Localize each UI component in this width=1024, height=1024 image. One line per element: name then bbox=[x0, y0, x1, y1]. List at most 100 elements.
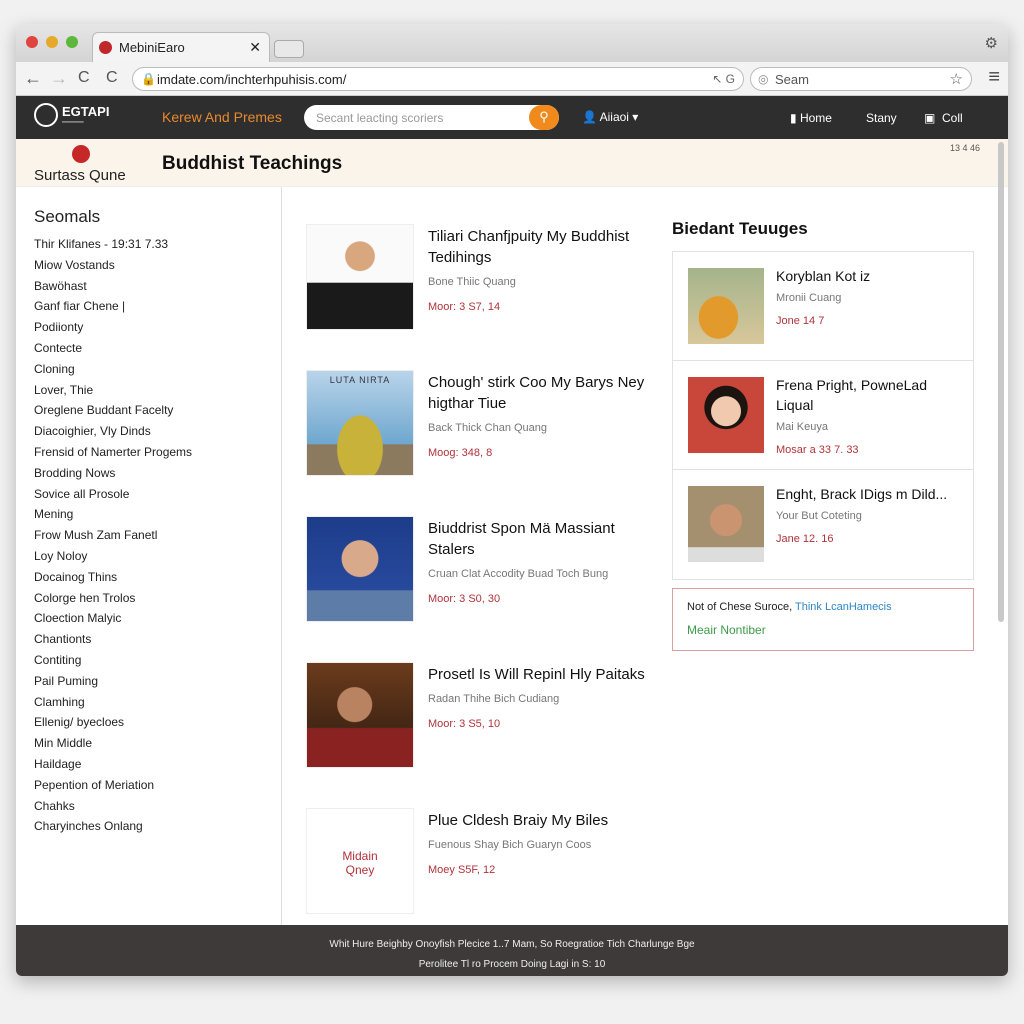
list-item[interactable]: LUTA NIRTA Chough' stirk Coo My Barys Ney… bbox=[306, 370, 666, 516]
browser-tab[interactable]: MebiniEaro ✕ bbox=[92, 32, 270, 62]
card-date: Mosar a 33 7. 33 bbox=[776, 444, 859, 456]
page-title: Buddhist Teachings bbox=[162, 153, 343, 174]
featured-card[interactable]: Koryblan Kot iz Mronii Cuang Jone 14 7 bbox=[673, 252, 973, 361]
reload-icon[interactable]: C bbox=[78, 69, 90, 87]
menu-icon[interactable]: ≡ bbox=[988, 66, 1000, 89]
sidebar-item[interactable]: Colorge hen Trolos bbox=[34, 591, 281, 612]
notice-link[interactable]: Think LcanHamecis bbox=[795, 601, 892, 613]
search-button[interactable]: ⚲ bbox=[529, 105, 559, 130]
site-logo[interactable]: EGTAPI ━━━━━━ bbox=[34, 103, 109, 127]
sidebar-item[interactable]: Contiting bbox=[34, 653, 281, 674]
minimize-button[interactable] bbox=[46, 36, 58, 48]
thumbnail-image[interactable] bbox=[306, 662, 414, 768]
sidebar-item[interactable]: Loy Noloy bbox=[34, 549, 281, 570]
item-author: Cruan Clat Accodity Buad Toch Bung bbox=[428, 568, 609, 580]
sidebar: Seomals Thir Klifanes - 19:31 7.33 Miow V… bbox=[16, 187, 282, 925]
sidebar-item[interactable]: Charyinches Onlang bbox=[34, 819, 281, 840]
new-tab-button[interactable] bbox=[274, 40, 304, 58]
site-search-placeholder: Secant leacting scoriers bbox=[316, 111, 444, 125]
sidebar-item[interactable]: Oreglene Buddant Facelty bbox=[34, 403, 281, 424]
card-title[interactable]: Koryblan Kot iz bbox=[776, 266, 966, 286]
sidebar-item[interactable]: Cloection Malyic bbox=[34, 611, 281, 632]
item-text: Biuddrist Spon Mä Massiant Stalers Cruan … bbox=[428, 518, 648, 610]
item-price: Moor: 3 S7, 14 bbox=[428, 301, 501, 313]
card-thumbnail[interactable] bbox=[688, 486, 764, 562]
sidebar-item[interactable]: Haildage bbox=[34, 757, 281, 778]
address-bar[interactable]: 🔒 imdate.com/inchterhpuhisis.com/ ↖ G bbox=[132, 67, 744, 91]
featured-card[interactable]: Enght, Brack IDigs m Dild... Your But Cot… bbox=[673, 470, 973, 579]
sidebar-item[interactable]: Chantionts bbox=[34, 632, 281, 653]
card-thumbnail[interactable] bbox=[688, 268, 764, 344]
account-dropdown[interactable]: 👤 Aiiaoi ▾ bbox=[582, 110, 638, 124]
sidebar-item[interactable]: Clamhing bbox=[34, 695, 281, 716]
more-link[interactable]: Meair Nontiber bbox=[687, 623, 959, 637]
brand-link[interactable]: Kerew And Premes bbox=[162, 109, 282, 125]
nav-home[interactable]: ▮ Home bbox=[790, 111, 832, 125]
site-search-input[interactable]: Secant leacting scoriers ⚲ bbox=[304, 105, 559, 130]
sidebar-item[interactable]: Chahks bbox=[34, 799, 281, 820]
maximize-button[interactable] bbox=[66, 36, 78, 48]
close-tab-icon[interactable]: ✕ bbox=[249, 39, 261, 56]
item-title[interactable]: Tiliari Chanfjpuity My Buddhist Tedihing… bbox=[428, 226, 648, 268]
footer: Whit Hure Beighby Onoyfish Plecice 1..7 … bbox=[16, 925, 1008, 976]
back-icon[interactable]: ← bbox=[24, 68, 42, 89]
scrollbar[interactable] bbox=[998, 142, 1004, 622]
card-thumbnail[interactable] bbox=[688, 377, 764, 453]
item-title[interactable]: Chough' stirk Coo My Barys Ney higthar T… bbox=[428, 372, 648, 414]
sidebar-item[interactable]: Contecte bbox=[34, 341, 281, 362]
refresh-icon[interactable]: C bbox=[106, 69, 118, 87]
featured-card[interactable]: Frena Pright, PowneLad Liqual Mai Keuya Mo… bbox=[673, 361, 973, 470]
list-item[interactable]: Tiliari Chanfjpuity My Buddhist Tedihing… bbox=[306, 224, 666, 370]
item-title[interactable]: Plue Cldesh Braiy My Biles bbox=[428, 810, 648, 831]
nav-coll[interactable]: ▣ Coll bbox=[924, 111, 963, 125]
close-window-button[interactable] bbox=[26, 36, 38, 48]
card-author: Your But Coteting bbox=[776, 510, 862, 522]
sidebar-item[interactable]: Pail Puming bbox=[34, 674, 281, 695]
sidebar-item[interactable]: Cloning bbox=[34, 362, 281, 383]
card-title[interactable]: Enght, Brack IDigs m Dild... bbox=[776, 484, 966, 504]
browser-search-placeholder: Seam bbox=[775, 72, 809, 87]
google-icon[interactable]: ↖ G bbox=[712, 72, 735, 86]
thumbnail-image[interactable]: LUTA NIRTA bbox=[306, 370, 414, 476]
nav-stany[interactable]: Stany bbox=[866, 111, 897, 125]
sidebar-item[interactable]: Frensid of Namerter Progems bbox=[34, 445, 281, 466]
sidebar-item[interactable]: Min Middle bbox=[34, 736, 281, 757]
bookmark-star-icon[interactable]: ☆ bbox=[950, 70, 963, 88]
sidebar-item[interactable]: Docainog Thins bbox=[34, 570, 281, 591]
browser-search-box[interactable]: ◎ Seam ☆ bbox=[750, 67, 972, 91]
sidebar-item[interactable]: Thir Klifanes - 19:31 7.33 bbox=[34, 237, 281, 258]
forward-icon[interactable]: → bbox=[50, 68, 68, 89]
sidebar-item[interactable]: Miow Vostands bbox=[34, 258, 281, 279]
browser-toolbar: ← → C C 🔒 imdate.com/inchterhpuhisis.com/… bbox=[16, 62, 1008, 96]
site-name: Surtass Qune bbox=[34, 167, 126, 184]
item-title[interactable]: Biuddrist Spon Mä Massiant Stalers bbox=[428, 518, 648, 560]
sidebar-item[interactable]: Ganf fiar Chene | bbox=[34, 299, 281, 320]
tab-title: MebiniEaro bbox=[119, 40, 185, 55]
nav-coll-label: Coll bbox=[942, 111, 963, 125]
card-date: Jane 12. 16 bbox=[776, 533, 834, 545]
sidebar-item[interactable]: Brodding Nows bbox=[34, 466, 281, 487]
thumbnail-text: Midain Qney bbox=[342, 849, 378, 877]
thumbnail-image[interactable] bbox=[306, 516, 414, 622]
sidebar-item[interactable]: Ellenig/ byecloes bbox=[34, 715, 281, 736]
sidebar-item[interactable]: Frow Mush Zam Fanetl bbox=[34, 528, 281, 549]
thumbnail-image[interactable] bbox=[306, 224, 414, 330]
thumbnail-image[interactable]: Midain Qney bbox=[306, 808, 414, 914]
list-item[interactable]: Prosetl Is Will Repinl Hly Paitaks Radan … bbox=[306, 662, 666, 808]
sidebar-item[interactable]: Diacoighier, Vly Dinds bbox=[34, 424, 281, 445]
url-text: imdate.com/inchterhpuhisis.com/ bbox=[157, 72, 347, 87]
sidebar-item[interactable]: Pepention of Meriation bbox=[34, 778, 281, 799]
extension-icon[interactable]: ⚙ bbox=[985, 34, 998, 52]
item-title[interactable]: Prosetl Is Will Repinl Hly Paitaks bbox=[428, 664, 648, 685]
logo-text: EGTAPI bbox=[62, 103, 110, 119]
list-item[interactable]: Biuddrist Spon Mä Massiant Stalers Cruan … bbox=[306, 516, 666, 662]
card-title[interactable]: Frena Pright, PowneLad Liqual bbox=[776, 375, 966, 415]
sidebar-item[interactable]: Podiionty bbox=[34, 320, 281, 341]
sidebar-item[interactable]: Lover, Thie bbox=[34, 383, 281, 404]
logo-circle-icon bbox=[34, 103, 58, 127]
card-date: Jone 14 7 bbox=[776, 315, 825, 327]
sidebar-item[interactable]: Bawöhast bbox=[34, 279, 281, 300]
sidebar-item[interactable]: Mening bbox=[34, 507, 281, 528]
card-author: Mai Keuya bbox=[776, 421, 828, 433]
sidebar-item[interactable]: Sovice all Prosole bbox=[34, 487, 281, 508]
